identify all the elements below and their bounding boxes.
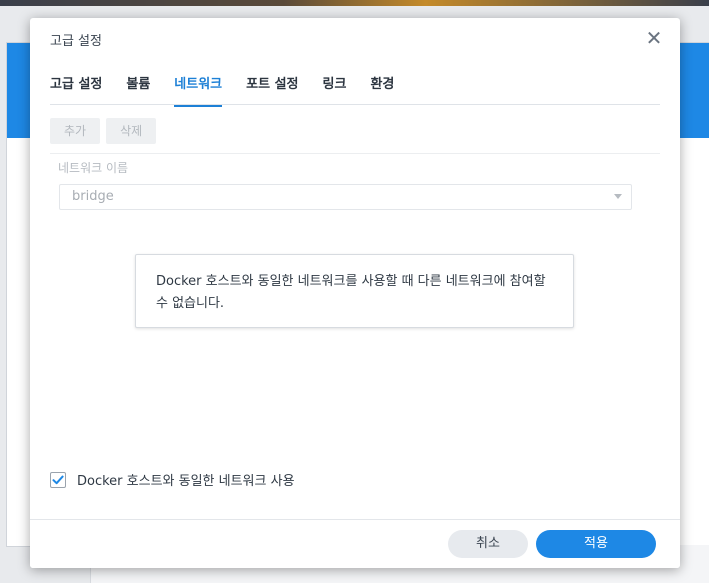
network-info-tooltip: Docker 호스트와 동일한 네트워크를 사용할 때 다른 네트워크에 참여할… [135,254,574,328]
network-name-column-header: 네트워크 이름 [50,153,660,181]
apply-button[interactable]: 적용 [536,530,656,558]
close-icon[interactable]: ✕ [644,26,664,50]
delete-button[interactable]: 삭제 [106,118,157,144]
background-top-strip [0,0,709,6]
use-host-network-option[interactable]: Docker 호스트와 동일한 네트워크 사용 [50,470,295,489]
tab-bar: 고급 설정 볼륨 네트워크 포트 설정 링크 환경 [50,70,660,107]
tab-volume[interactable]: 볼륨 [126,70,150,104]
use-host-network-checkbox[interactable] [50,471,66,488]
network-select[interactable]: bridge [59,184,632,210]
add-button[interactable]: 추가 [50,118,101,144]
dialog-title: 고급 설정 [50,34,102,49]
advanced-settings-dialog: 고급 설정 ✕ 고급 설정 볼륨 네트워크 포트 설정 링크 환경 추가 삭제 … [30,18,680,568]
checkmark-icon [52,475,64,484]
cancel-button[interactable]: 취소 [448,530,528,558]
tab-network[interactable]: 네트워크 [174,70,222,107]
dialog-footer: 취소 적용 [30,519,680,568]
tab-links[interactable]: 링크 [323,70,347,104]
use-host-network-label: Docker 호스트와 동일한 네트워크 사용 [77,474,295,489]
network-select-value: bridge [72,189,114,204]
network-toolbar: 추가 삭제 [50,118,157,144]
tab-port-settings[interactable]: 포트 설정 [246,70,298,104]
tab-environment[interactable]: 환경 [370,70,394,104]
tab-advanced-settings[interactable]: 고급 설정 [50,70,102,104]
chevron-down-icon [614,194,622,199]
